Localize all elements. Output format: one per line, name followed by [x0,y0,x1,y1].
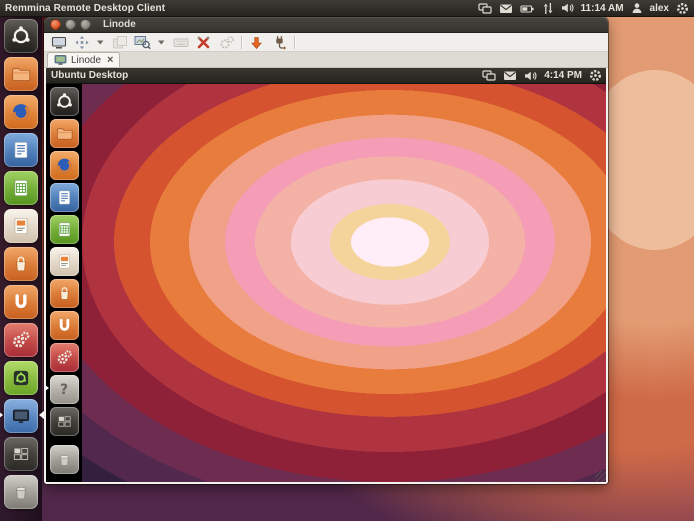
tab-label: Linode [71,55,101,66]
remote-indicator-area: 4:14 PM [482,69,602,82]
remote-wallpaper[interactable] [82,84,606,482]
launcher-item-trash[interactable] [4,475,38,509]
window-resize-grip[interactable] [595,471,606,482]
workspaces-icon[interactable] [482,69,496,82]
remote-viewport-frame: Ubuntu Desktop 4:14 PM [44,68,608,484]
launcher-item-dash-home[interactable] [4,19,38,53]
focused-indicator-arrow [35,411,44,419]
question-mark-icon: ? [60,382,68,398]
host-top-panel: Remmina Remote Desktop Client 11:14 AM a… [0,0,694,17]
running-indicator-arrow [46,385,52,391]
remote-top-panel: Ubuntu Desktop 4:14 PM [46,68,606,84]
remote-launcher-item-unknown-app[interactable]: ? [50,375,79,404]
tab-linode[interactable]: Linode × [47,52,120,67]
toolbar-separator [241,36,242,49]
remmina-toolbar [44,33,608,52]
remote-launcher-item-system-settings[interactable] [50,343,79,372]
remote-menu-title[interactable]: Ubuntu Desktop [51,70,128,81]
maximize-button[interactable] [80,19,91,30]
launcher-item-ubuntu-software-center[interactable] [4,247,38,281]
grab-keyboard-button[interactable] [172,34,189,51]
session-gear-icon[interactable] [589,69,602,82]
launcher-item-system-settings[interactable] [4,323,38,357]
session-gear-icon[interactable] [676,2,689,15]
remote-launcher-item-firefox[interactable] [50,151,79,180]
sync-arrows-icon[interactable] [542,2,554,15]
fit-window-dropdown-icon[interactable] [96,34,105,51]
active-app-title: Remmina Remote Desktop Client [5,3,165,14]
toggle-scaled-mode-button[interactable] [134,34,151,51]
remote-launcher-item-ubuntu-one[interactable] [50,311,79,340]
sound-icon[interactable] [561,2,574,14]
launcher-item-workspace-switcher[interactable] [4,437,38,471]
remote-launcher-item-libreoffice-calc[interactable] [50,215,79,244]
remote-launcher-item-trash[interactable] [50,445,79,474]
tab-bar: Linode × [44,52,608,68]
switch-tab-button[interactable] [111,34,128,51]
minimize-to-tray-button[interactable] [248,34,265,51]
window-buttons [50,19,91,30]
remote-launcher-item-dash-home[interactable] [50,87,79,116]
remote-launcher-item-workspace-switcher[interactable] [50,407,79,436]
remote-launcher-item-libreoffice-impress[interactable] [50,247,79,276]
running-indicator-arrow [0,411,7,419]
remote-clock[interactable]: 4:14 PM [544,70,582,81]
messages-icon[interactable] [499,2,513,15]
remote-launcher-item-home-folder[interactable] [50,119,79,148]
launcher-item-ubuntu-one[interactable] [4,285,38,319]
close-button[interactable] [50,19,61,30]
remote-launcher-item-libreoffice-writer[interactable] [50,183,79,212]
remmina-window: Linode [44,17,608,484]
host-indicator-area: 11:14 AM alex [478,2,689,15]
username[interactable]: alex [650,3,669,14]
remote-launcher-item-ubuntu-software-center[interactable] [50,279,79,308]
messages-icon[interactable] [503,69,517,82]
tools-button[interactable] [195,34,212,51]
fit-window-button[interactable] [73,34,90,51]
launcher-item-ubuntu-app[interactable] [4,361,38,395]
launcher-item-libreoffice-writer[interactable] [4,133,38,167]
launcher-item-libreoffice-impress[interactable] [4,209,38,243]
scaled-dropdown-icon[interactable] [157,34,166,51]
remote-launcher: ? [46,84,82,482]
sound-icon[interactable] [524,70,537,82]
launcher-item-firefox[interactable] [4,95,38,129]
toolbar-separator [294,36,295,49]
disconnect-button[interactable] [271,34,288,51]
window-titlebar[interactable]: Linode [44,17,608,33]
host-clock[interactable]: 11:14 AM [581,3,624,14]
window-title: Linode [103,19,136,30]
gears-button[interactable] [218,34,235,51]
launcher-item-home-folder[interactable] [4,57,38,91]
minimize-button[interactable] [65,19,76,30]
remote-session: Ubuntu Desktop 4:14 PM [46,68,606,482]
toggle-fullscreen-button[interactable] [50,34,67,51]
battery-icon[interactable] [520,2,535,15]
tab-close-icon[interactable]: × [107,55,113,66]
tab-monitor-icon [54,54,67,66]
launcher-item-remmina[interactable] [4,399,38,433]
host-launcher [0,17,42,521]
desktop: Remmina Remote Desktop Client 11:14 AM a… [0,0,694,521]
user-icon[interactable] [631,2,643,14]
workspaces-icon[interactable] [478,2,492,15]
launcher-item-libreoffice-calc[interactable] [4,171,38,205]
